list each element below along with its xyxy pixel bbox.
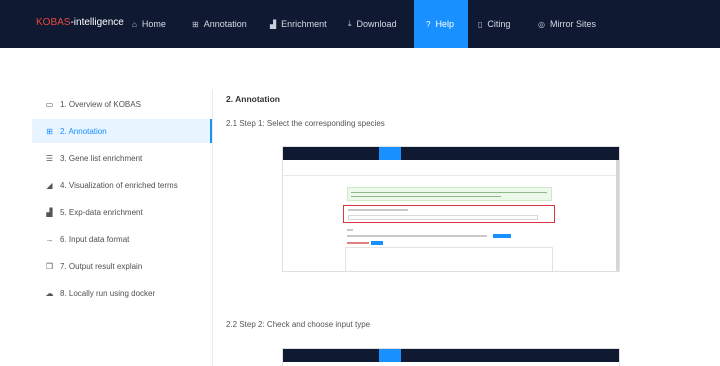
sidebar-item-label: 5. Exp-data enrichment <box>60 207 143 217</box>
sidebar-item-annotation[interactable]: ⊞ 2. Annotation <box>32 119 212 143</box>
sidebar-item-label: 2. Annotation <box>60 126 107 136</box>
logo-brand: KOBAS <box>36 17 71 28</box>
step-2-heading: 2.2 Step 2: Check and choose input type <box>226 320 371 329</box>
nav-annotation[interactable]: ⊞ Annotation <box>184 0 256 48</box>
step-1-screenshot <box>282 146 620 272</box>
top-navbar: KOBAS-intelligence ⌂ Home ⊞ Annotation ▟… <box>0 0 720 48</box>
sidebar-item-label: 8. Locally run using docker <box>60 288 156 298</box>
sidebar-item-label: 4. Visualization of enriched terms <box>60 180 178 190</box>
nav-mirror-sites-label: Mirror Sites <box>549 19 596 29</box>
sidebar-item-gene-list-enrichment[interactable]: ☰ 3. Gene list enrichment <box>32 146 212 170</box>
nav-download[interactable]: ⤓ Download <box>340 0 412 48</box>
bar-chart-icon: ▟ <box>46 207 53 217</box>
nav-home-label: Home <box>141 19 166 29</box>
arrow-right-icon: → <box>45 234 54 244</box>
sidebar-item-overview[interactable]: ▭ 1. Overview of KOBAS <box>32 92 212 116</box>
area-chart-icon: ◢ <box>46 180 53 190</box>
sidebar-item-label: 6. Input data format <box>60 234 130 244</box>
sidebar-item-input-data-format[interactable]: → 6. Input data format <box>32 227 212 251</box>
section-title: 2. Annotation <box>226 94 280 104</box>
sidebar-item-visualization[interactable]: ◢ 4. Visualization of enriched terms <box>32 173 212 197</box>
grid-icon: ⊞ <box>46 126 53 136</box>
screenshot-scrollbar <box>616 160 619 271</box>
list-icon: ☰ <box>45 153 54 163</box>
sidebar-item-label: 7. Output result explain <box>60 261 143 271</box>
copy-icon: ❐ <box>45 261 54 271</box>
cloud-icon: ☁ <box>45 288 54 298</box>
screenshot-info-note <box>347 187 552 201</box>
nav-citing[interactable]: ▯ Citing <box>470 0 528 48</box>
nav-download-label: Download <box>356 19 397 29</box>
screenshot-navbar <box>283 147 619 160</box>
document-icon: ▯ <box>478 19 483 29</box>
screenshot-text-area <box>345 247 553 271</box>
sidebar-item-label: 3. Gene list enrichment <box>60 153 143 163</box>
nav-citing-label: Citing <box>487 19 511 29</box>
logo-suffix: -intelligence <box>70 17 124 28</box>
screenshot-species-select <box>348 215 538 220</box>
sidebar-item-docker[interactable]: ☁ 8. Locally run using docker <box>32 281 212 305</box>
sidebar-item-output-result[interactable]: ❐ 7. Output result explain <box>32 254 212 278</box>
screenshot-active-tab <box>379 349 401 362</box>
screenshot-active-tab <box>379 147 401 160</box>
step-2-screenshot <box>282 348 620 366</box>
sidebar-item-exp-data-enrichment[interactable]: ▟ 5. Exp-data enrichment <box>32 200 212 224</box>
site-logo[interactable]: KOBAS-intelligence <box>36 17 124 28</box>
home-icon: ⌂ <box>132 19 137 29</box>
nav-enrichment-label: Enrichment <box>281 19 327 29</box>
download-icon: ⤓ <box>348 19 352 28</box>
screenshot-navbar <box>283 349 619 362</box>
question-icon: ? <box>426 19 431 29</box>
nav-enrichment[interactable]: ▟ Enrichment <box>262 0 336 48</box>
bar-chart-icon: ▟ <box>270 19 277 29</box>
sidebar-divider <box>212 90 213 366</box>
step-1-heading: 2.1 Step 1: Select the corresponding spe… <box>226 119 385 128</box>
sidebar-item-label: 1. Overview of KOBAS <box>60 99 141 109</box>
nav-mirror-sites[interactable]: ◎ Mirror Sites <box>530 0 610 48</box>
screenshot-species-highlight <box>343 205 555 223</box>
laptop-icon: ▭ <box>45 99 54 109</box>
nav-home[interactable]: ⌂ Home <box>124 0 178 48</box>
nav-help-label: Help <box>435 19 454 29</box>
grid-icon: ⊞ <box>192 19 199 29</box>
screenshot-divider <box>283 175 619 176</box>
nav-annotation-label: Annotation <box>203 19 247 29</box>
globe-icon: ◎ <box>538 19 545 29</box>
nav-help[interactable]: ? Help <box>414 0 468 48</box>
